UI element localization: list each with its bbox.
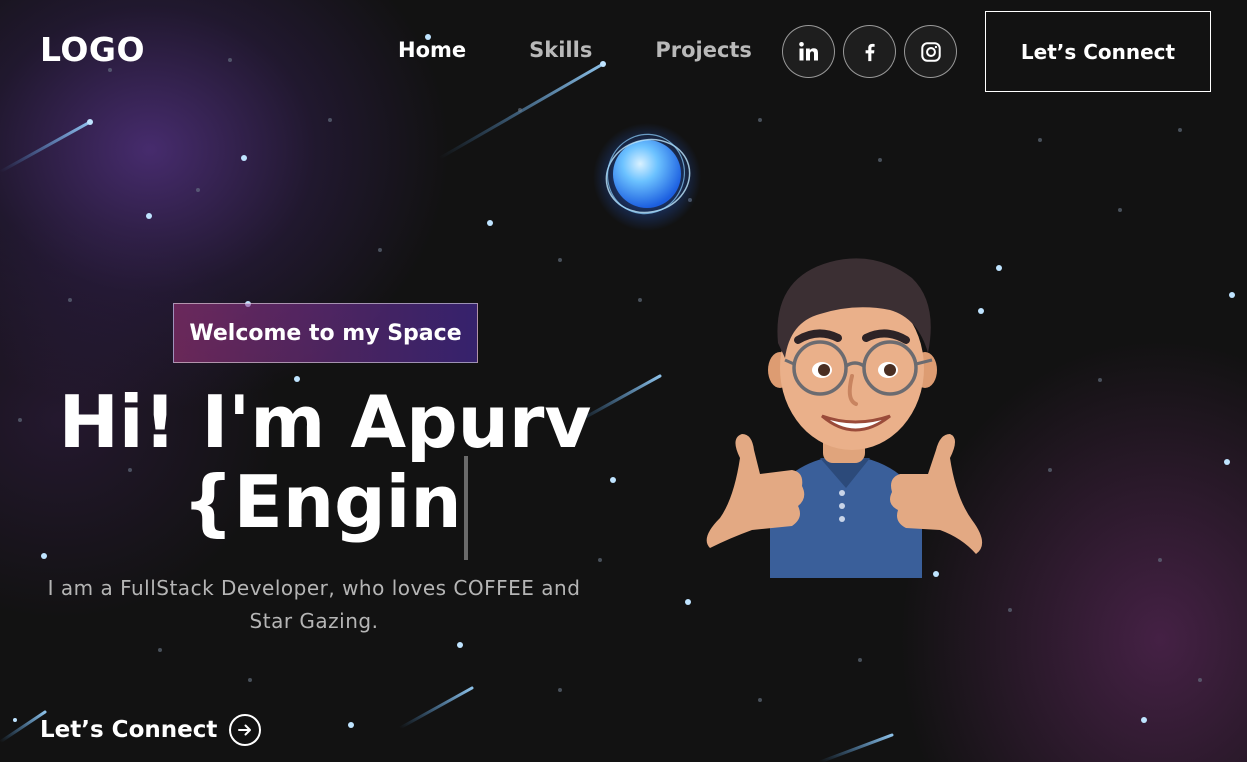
site-logo[interactable]: LOGO [40, 30, 145, 69]
instagram-button[interactable] [904, 25, 957, 78]
nav-links: Home Skills Projects [398, 38, 815, 62]
typing-caret [463, 456, 468, 560]
facebook-button[interactable] [843, 25, 896, 78]
social-links [782, 25, 957, 78]
nav-link-projects[interactable]: Projects [655, 38, 752, 62]
headline-line-1: Hi! I'm Apurv [58, 380, 592, 464]
hero-intro-text: I am a FullStack Developer, who loves CO… [47, 576, 581, 633]
facebook-icon [865, 43, 875, 61]
hero-headline: Hi! I'm Apurv {Engin [30, 380, 620, 560]
hero-cta-label: Let’s Connect [40, 717, 218, 743]
nav-link-skills[interactable]: Skills [529, 38, 592, 62]
instagram-icon [920, 41, 941, 62]
avatar-thumbs-up-image [706, 258, 983, 578]
arrow-right-circle-icon [229, 714, 262, 746]
linkedin-button[interactable] [782, 25, 835, 78]
welcome-tagline: Welcome to my Space [173, 303, 478, 363]
lets-connect-nav-button[interactable]: Let’s Connect [985, 11, 1211, 92]
glowing-planet-image [593, 123, 701, 231]
typed-text-wrapper: {Engin [182, 456, 468, 560]
linkedin-icon [798, 41, 818, 60]
headline-typed-text: {Engin [182, 460, 462, 544]
lets-connect-hero-button[interactable]: Let’s Connect [40, 714, 262, 746]
nav-link-home[interactable]: Home [398, 38, 466, 62]
